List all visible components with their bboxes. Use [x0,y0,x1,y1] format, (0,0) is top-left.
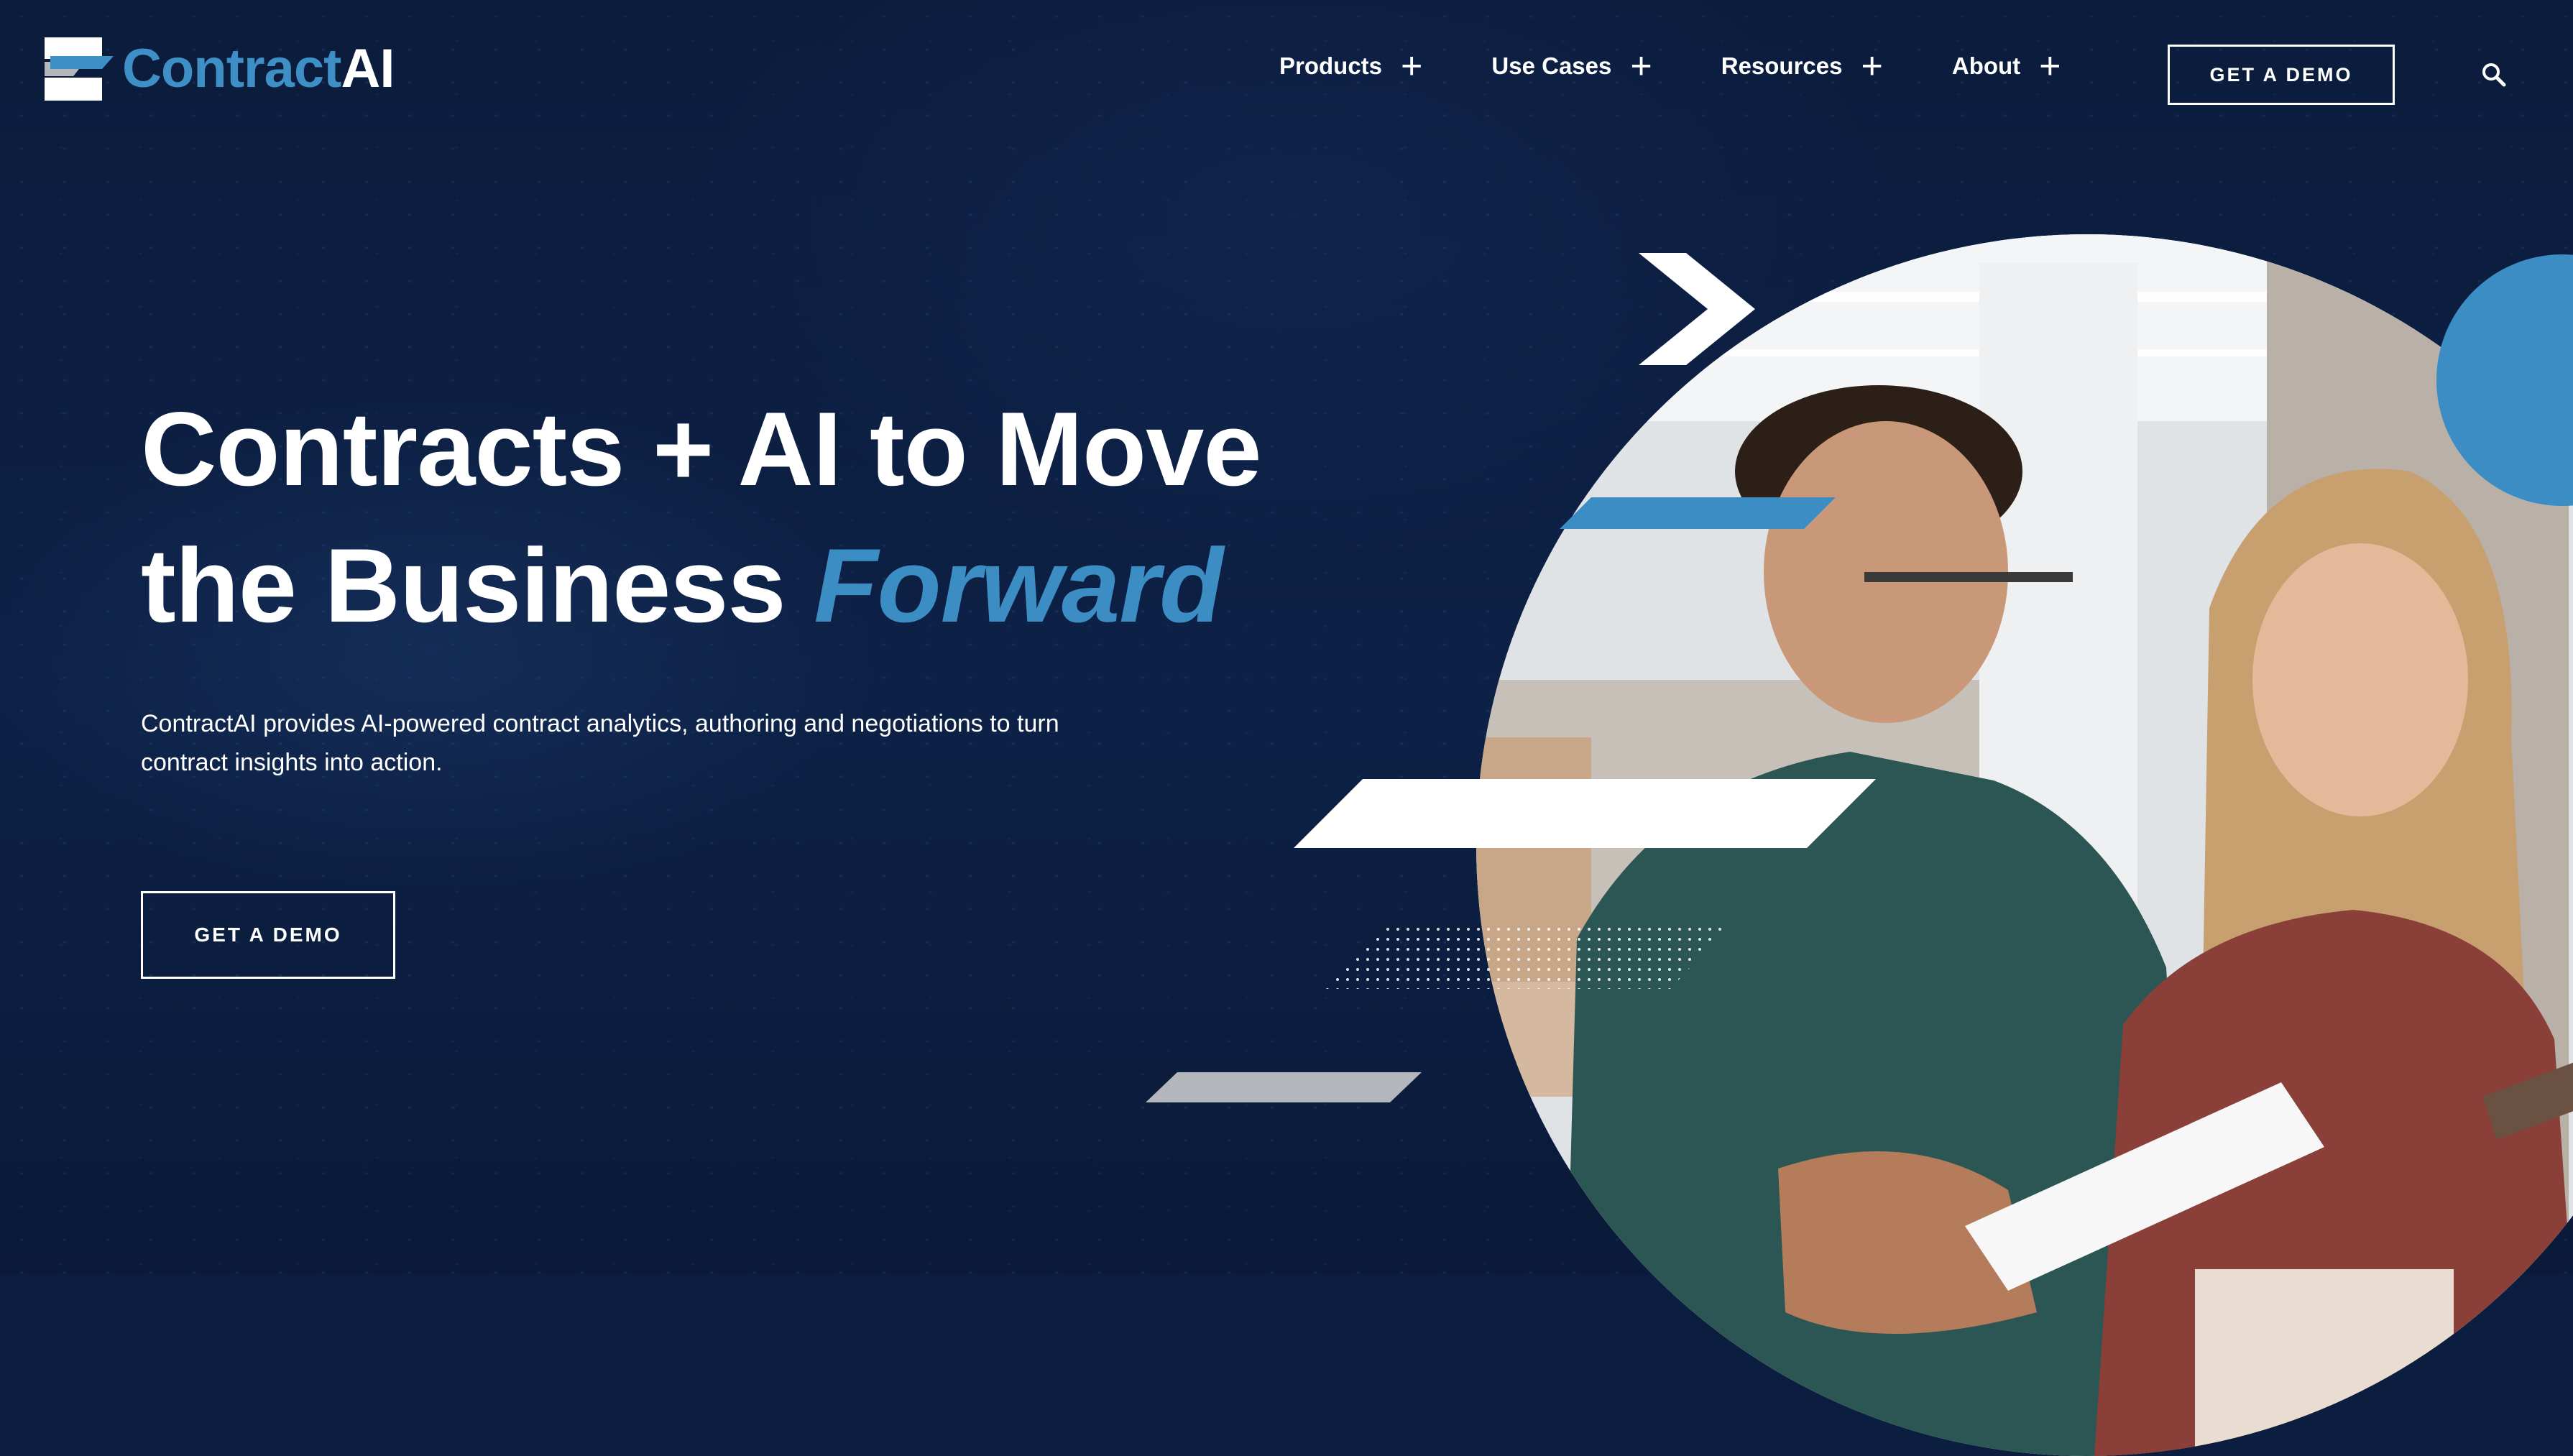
headline-line-2: the Business [141,527,814,644]
brand-logo[interactable]: ContractAI [45,37,395,101]
chevron-right-icon [1639,253,1755,365]
plus-icon: + [1401,45,1423,87]
plus-icon: + [2039,45,2061,87]
nav-item-use-cases[interactable]: Use Cases + [1491,47,1652,85]
hero-get-demo-button[interactable]: GET A DEMO [141,891,395,979]
brand-name-ai: AI [341,38,395,99]
blue-circle-accent [2436,254,2573,506]
brand-wordmark: ContractAI [122,42,395,96]
header-get-demo-button[interactable]: GET A DEMO [2168,45,2395,105]
nav-item-label: Use Cases [1491,52,1612,79]
main-nav: Products + Use Cases + Resources + About… [1279,47,2130,85]
hero-headline: Contracts + AI to Move the Business Forw… [141,381,1506,654]
gray-stripe [1146,1072,1422,1102]
accent-stripe [1560,497,1836,529]
nav-item-label: Resources [1721,52,1843,79]
headline-accent: Forward [814,527,1223,644]
nav-item-products[interactable]: Products + [1279,47,1422,85]
plus-icon: + [1861,45,1883,87]
nav-item-label: About [1951,52,2021,79]
white-stripe [1294,779,1876,848]
plus-icon: + [1630,45,1652,87]
dot-pattern [1325,927,1728,989]
search-icon[interactable] [2480,61,2506,87]
headline-line-1: Contracts + AI to Move [141,390,1262,507]
nav-item-label: Products [1279,52,1383,79]
brand-name-contract: Contract [122,38,341,99]
hero-description: ContractAI provides AI-powered contract … [141,710,1059,776]
nav-item-resources[interactable]: Resources + [1721,47,1883,85]
contractai-logo-icon [45,37,114,101]
nav-item-about[interactable]: About + [1952,47,2061,85]
